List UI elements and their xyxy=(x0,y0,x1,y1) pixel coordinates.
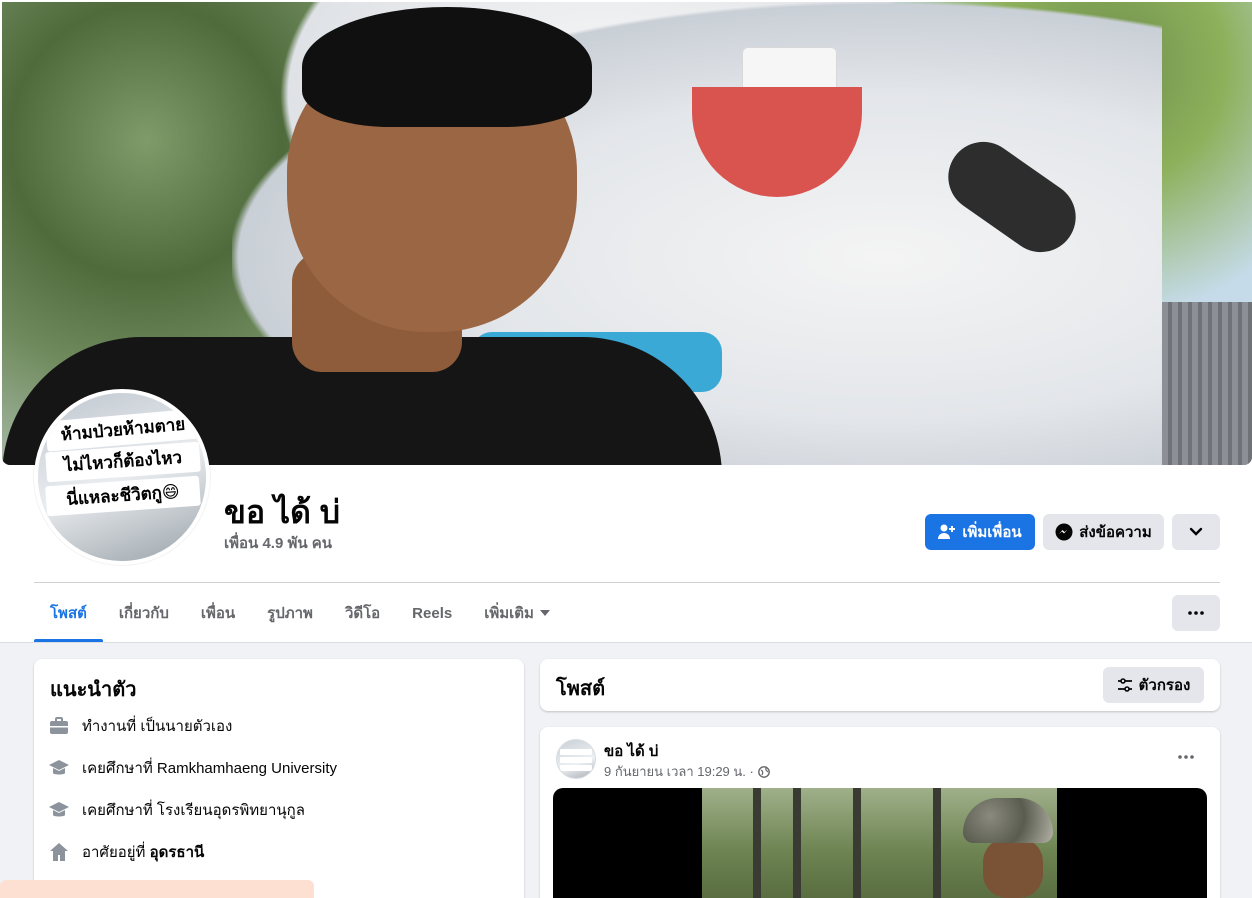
add-friend-label: เพิ่มเพื่อน xyxy=(962,524,1022,541)
tab-videos[interactable]: วิดีโอ xyxy=(329,584,396,642)
caret-down-icon xyxy=(539,610,550,616)
add-friend-icon xyxy=(938,524,956,539)
intro-item-education-1: เคยศึกษาที่ Ramkhamhaeng University xyxy=(48,756,337,780)
intro-title: แนะนำตัว xyxy=(50,679,137,701)
more-dots-icon xyxy=(1188,611,1204,615)
intro-item-work: ทำงานที่ เป็นนายตัวเอง xyxy=(48,714,232,738)
tab-more[interactable]: เพิ่มเติม xyxy=(468,584,566,642)
add-friend-button[interactable]: เพิ่มเพื่อน xyxy=(925,514,1035,550)
graduation-cap-icon xyxy=(48,757,70,779)
briefcase-icon xyxy=(48,715,70,737)
post-media[interactable] xyxy=(553,788,1207,898)
more-dots-icon xyxy=(1178,755,1194,759)
intro-item-education-2: เคยศึกษาที่ โรงเรียนอุดรพิทยานุกูล xyxy=(48,798,305,822)
profile-header: ห้ามป่วยห้ามตาย ไม่ไหวก็ต้องไหว นี่แหละช… xyxy=(0,0,1252,643)
post-card: ขอ ได้ บ่ 9 กันยายน เวลา 19:29 น. · xyxy=(540,727,1220,898)
friends-count[interactable]: เพื่อน 4.9 พัน คน xyxy=(224,531,332,555)
profile-options-dropdown[interactable] xyxy=(1172,514,1220,550)
globe-icon xyxy=(757,765,770,778)
tab-friends[interactable]: เพื่อน xyxy=(185,584,251,642)
message-button[interactable]: ส่งข้อความ xyxy=(1043,514,1164,550)
home-icon xyxy=(48,841,70,863)
posts-header-card: โพสต์ ตัวกรอง xyxy=(540,659,1220,711)
post-author-avatar[interactable] xyxy=(556,739,596,779)
more-options-button[interactable] xyxy=(1172,595,1220,631)
profile-avatar[interactable]: ห้ามป่วยห้ามตาย ไม่ไหวก็ต้องไหว นี่แหละช… xyxy=(34,389,210,565)
tab-about[interactable]: เกี่ยวกับ xyxy=(103,584,185,642)
header-divider xyxy=(34,582,1220,583)
bottom-notification-bar xyxy=(0,880,314,898)
post-author-name[interactable]: ขอ ได้ บ่ xyxy=(604,739,658,763)
intro-card: แนะนำตัว ทำงานที่ เป็นนายตัวเอง เคยศึกษา… xyxy=(34,659,524,898)
post-meta: 9 กันยายน เวลา 19:29 น. · xyxy=(604,761,770,782)
tab-photos[interactable]: รูปภาพ xyxy=(251,584,329,642)
messenger-icon xyxy=(1055,523,1073,541)
post-timestamp[interactable]: 9 กันยายน เวลา 19:29 น. · xyxy=(604,761,754,782)
posts-title: โพสต์ xyxy=(556,678,606,700)
graduation-cap-icon xyxy=(48,799,70,821)
intro-item-location: อาศัยอยู่ที่ อุดรธานี xyxy=(48,840,204,864)
tab-posts[interactable]: โพสต์ xyxy=(34,584,103,642)
location-name[interactable]: อุดรธานี xyxy=(150,844,205,861)
tab-reels[interactable]: Reels xyxy=(396,584,468,642)
profile-tabs: โพสต์ เกี่ยวกับ เพื่อน รูปภาพ วิดีโอ Ree… xyxy=(34,584,566,642)
filter-button[interactable]: ตัวกรอง xyxy=(1103,667,1204,703)
filter-icon xyxy=(1117,678,1132,692)
chevron-down-icon xyxy=(1189,527,1203,536)
message-label: ส่งข้อความ xyxy=(1079,524,1152,541)
filter-label: ตัวกรอง xyxy=(1138,677,1191,694)
post-options-button[interactable] xyxy=(1170,745,1202,769)
